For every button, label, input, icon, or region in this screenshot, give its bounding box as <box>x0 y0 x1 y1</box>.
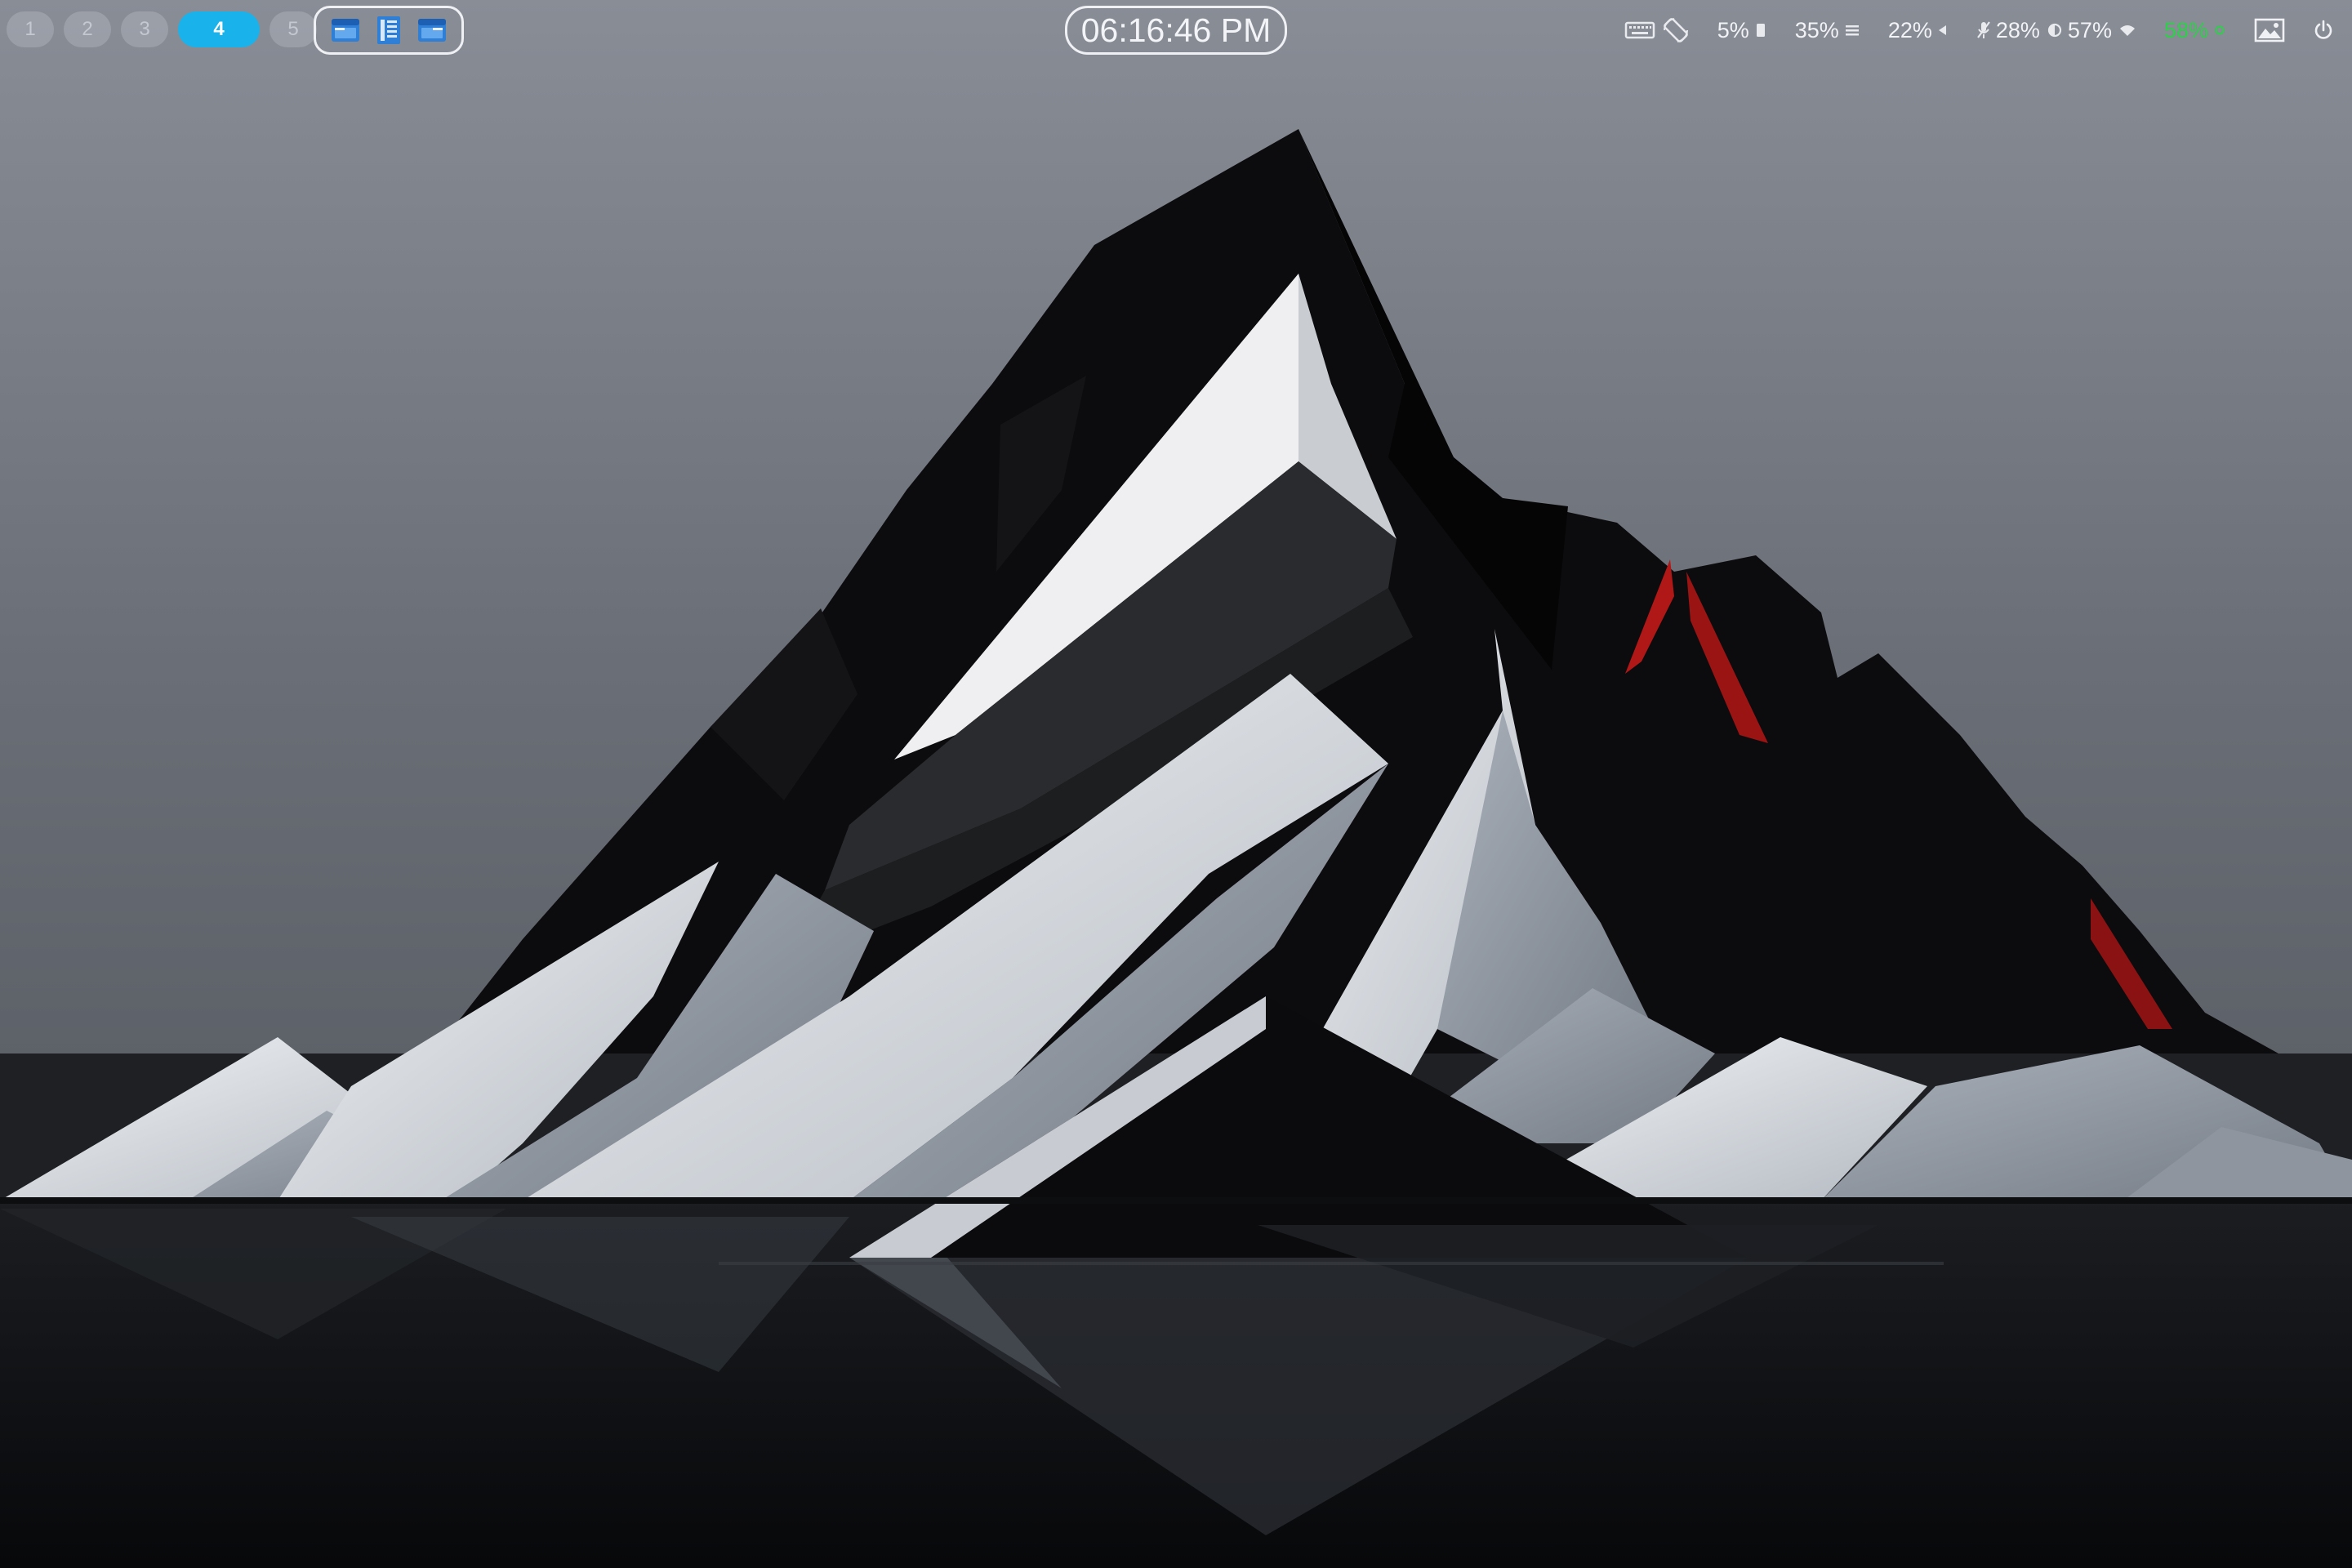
microphone-value: 28% <box>1995 17 2040 42</box>
file-manager-icon[interactable] <box>329 14 362 47</box>
memory-icon <box>1845 25 1859 36</box>
document-viewer-icon[interactable] <box>372 14 405 47</box>
screen-rotation-icon <box>1663 18 1688 42</box>
volume-indicator[interactable]: 22% <box>1888 18 1949 43</box>
file-manager-window-icon[interactable] <box>416 14 448 47</box>
desktop: 1 2 3 4 5 06:16:46 PM 5% 35% 22% 28% 57%… <box>0 0 2352 1568</box>
battery-value: 58% <box>2163 17 2208 42</box>
memory-usage-indicator[interactable]: 35% <box>1795 18 1860 43</box>
wallpaper-icon <box>2254 18 2285 42</box>
workspace-4-button[interactable]: 4 <box>178 11 260 47</box>
screen-rotation-toggle[interactable] <box>1662 16 1690 44</box>
top-panel: 1 2 3 4 5 06:16:46 PM 5% 35% 22% 28% 57%… <box>0 0 2352 60</box>
cpu-icon <box>1756 24 1765 37</box>
volume-value: 22% <box>1887 17 1932 42</box>
cpu-usage-value: 5% <box>1717 17 1749 42</box>
system-status-area: 5% 35% 22% 28% 57% 58% <box>1624 12 2334 48</box>
wifi-icon <box>2119 25 2135 36</box>
brightness-icon <box>2047 23 2062 38</box>
memory-usage-value: 35% <box>1794 17 1839 42</box>
keyboard-layout-indicator[interactable] <box>1624 20 1655 41</box>
volume-icon <box>1938 25 1946 35</box>
battery-indicator[interactable]: 58% <box>2164 18 2226 43</box>
cpu-usage-indicator[interactable]: 5% <box>1717 18 1767 43</box>
microphone-indicator[interactable]: 28% <box>1976 18 2040 43</box>
workspace-3-button[interactable]: 3 <box>121 11 168 47</box>
wifi-indicator[interactable] <box>2118 20 2136 40</box>
microphone-muted-icon <box>1976 21 1990 38</box>
workspace-1-button[interactable]: 1 <box>7 11 54 47</box>
wallpaper-image <box>0 0 2352 1568</box>
power-icon <box>2314 20 2332 39</box>
clock[interactable]: 06:16:46 PM <box>1065 6 1287 55</box>
keyboard-icon <box>1624 21 1655 39</box>
brightness-indicator[interactable]: 57% <box>2047 18 2112 43</box>
battery-charging-icon <box>2215 25 2225 35</box>
workspace-switcher: 1 2 3 4 5 <box>7 11 317 47</box>
open-apps-tray <box>314 6 464 55</box>
workspace-2-button[interactable]: 2 <box>64 11 111 47</box>
workspace-5-button[interactable]: 5 <box>270 11 317 47</box>
wallpaper-button[interactable] <box>2254 18 2285 42</box>
power-button[interactable] <box>2313 19 2334 42</box>
brightness-value: 57% <box>2067 17 2112 42</box>
